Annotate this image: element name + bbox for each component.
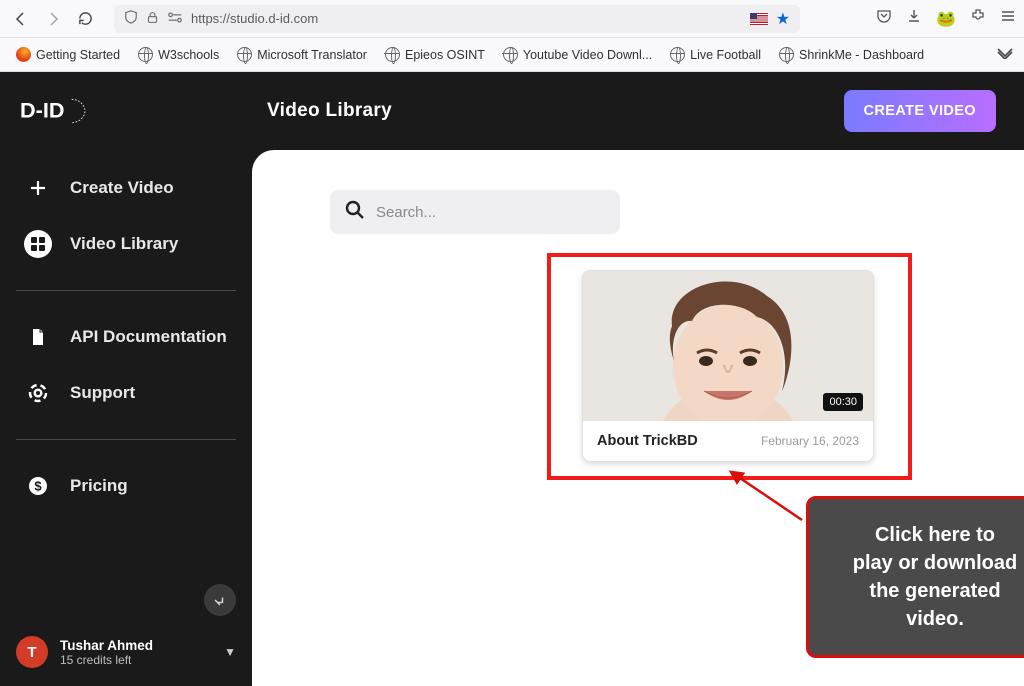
user-credits: 15 credits left: [60, 653, 212, 667]
sidebar-item-label: Create Video: [70, 178, 174, 198]
globe-icon: [237, 47, 252, 62]
permissions-icon: [167, 11, 183, 27]
bookmark-item[interactable]: Live Football: [664, 43, 767, 66]
bookmark-label: Epieos OSINT: [405, 48, 485, 62]
globe-icon: [138, 47, 153, 62]
sidebar-item-label: Pricing: [70, 476, 128, 496]
callout-line: video.: [827, 605, 1024, 633]
bookmark-item[interactable]: Epieos OSINT: [379, 43, 491, 66]
avatar-initial: T: [27, 644, 36, 661]
content-area: 00:30 About TrickBD February 16, 2023 Cl…: [252, 150, 1024, 686]
globe-icon: [385, 47, 400, 62]
support-icon: [24, 379, 52, 407]
nav-back[interactable]: [8, 6, 34, 32]
sidebar-item-label: Video Library: [70, 234, 178, 254]
user-name: Tushar Ahmed: [60, 638, 212, 653]
globe-icon: [503, 47, 518, 62]
sidebar-item-create-video[interactable]: Create Video: [16, 160, 236, 216]
video-title: About TrickBD: [597, 433, 698, 449]
sidebar-item-label: API Documentation: [70, 327, 227, 347]
avatar: T: [16, 636, 48, 668]
plus-icon: [24, 174, 52, 202]
bookmark-item[interactable]: Microsoft Translator: [231, 43, 373, 66]
nav-forward[interactable]: [40, 6, 66, 32]
video-duration: 00:30: [823, 393, 863, 411]
sidebar-item-support[interactable]: Support: [16, 365, 236, 421]
bookmark-item[interactable]: W3schools: [132, 43, 225, 66]
shield-icon: [124, 10, 138, 27]
bookmark-label: ShrinkMe - Dashboard: [799, 48, 924, 62]
page-title: Video Library: [267, 100, 392, 122]
firefox-icon: [16, 47, 31, 62]
extensions-icon[interactable]: [970, 8, 986, 29]
collapse-sidebar-button[interactable]: [204, 584, 236, 616]
dollar-icon: $: [24, 472, 52, 500]
pocket-icon[interactable]: [876, 8, 892, 29]
svg-text:D-ID: D-ID: [20, 98, 65, 123]
bookmark-label: Youtube Video Downl...: [523, 48, 652, 62]
browser-toolbar: https://studio.d-id.com ★ 🐸: [0, 0, 1024, 38]
nav-reload[interactable]: [72, 6, 98, 32]
bookmark-label: W3schools: [158, 48, 219, 62]
sidebar-item-pricing[interactable]: $ Pricing: [16, 458, 236, 514]
app-menu-icon[interactable]: [1000, 8, 1016, 29]
file-icon: [24, 323, 52, 351]
divider: [16, 290, 236, 291]
user-menu[interactable]: T Tushar Ahmed 15 credits left ▼: [16, 636, 236, 668]
url-text: https://studio.d-id.com: [191, 11, 742, 26]
callout-line: the generated: [827, 577, 1024, 605]
globe-icon: [670, 47, 685, 62]
video-thumbnail: 00:30: [583, 271, 873, 421]
search-input[interactable]: [376, 204, 606, 221]
callout-line: Click here to: [827, 521, 1024, 549]
downloads-icon[interactable]: [906, 8, 922, 29]
annotation-callout: Click here to play or download the gener…: [806, 496, 1024, 658]
annotation-arrow-icon: [722, 470, 812, 530]
app-header: Video Library CREATE VIDEO: [252, 72, 1024, 150]
search-field[interactable]: [330, 190, 620, 234]
bookmark-label: Microsoft Translator: [257, 48, 367, 62]
sidebar-item-video-library[interactable]: Video Library: [16, 216, 236, 272]
bookmark-item[interactable]: Getting Started: [10, 43, 126, 66]
bookmark-item[interactable]: ShrinkMe - Dashboard: [773, 43, 930, 66]
locale-flag-icon[interactable]: [750, 13, 768, 25]
main-column: Video Library CREATE VIDEO: [252, 72, 1024, 686]
callout-line: play or download: [827, 549, 1024, 577]
bookmarks-overflow-icon[interactable]: [996, 47, 1014, 62]
url-bar[interactable]: https://studio.d-id.com ★: [114, 5, 800, 33]
bookmark-star-icon[interactable]: ★: [776, 9, 790, 29]
create-video-button[interactable]: CREATE VIDEO: [844, 90, 997, 132]
grid-icon: [24, 230, 52, 258]
video-card[interactable]: 00:30 About TrickBD February 16, 2023: [582, 270, 874, 462]
svg-text:$: $: [34, 479, 42, 494]
globe-icon: [779, 47, 794, 62]
sidebar: D-ID Create Video Video Library API Docu…: [0, 72, 252, 686]
bookmarks-bar: Getting Started W3schools Microsoft Tran…: [0, 38, 1024, 72]
divider: [16, 439, 236, 440]
bookmark-item[interactable]: Youtube Video Downl...: [497, 43, 658, 66]
extension-icon[interactable]: 🐸: [936, 9, 956, 29]
video-date: February 16, 2023: [761, 434, 859, 448]
bookmark-label: Live Football: [690, 48, 761, 62]
sidebar-item-api-docs[interactable]: API Documentation: [16, 309, 236, 365]
lock-icon: [146, 11, 159, 27]
chevron-down-icon: ▼: [224, 645, 236, 659]
sidebar-item-label: Support: [70, 383, 135, 403]
app-logo[interactable]: D-ID: [0, 72, 252, 150]
search-icon: [344, 199, 366, 226]
bookmark-label: Getting Started: [36, 48, 120, 62]
